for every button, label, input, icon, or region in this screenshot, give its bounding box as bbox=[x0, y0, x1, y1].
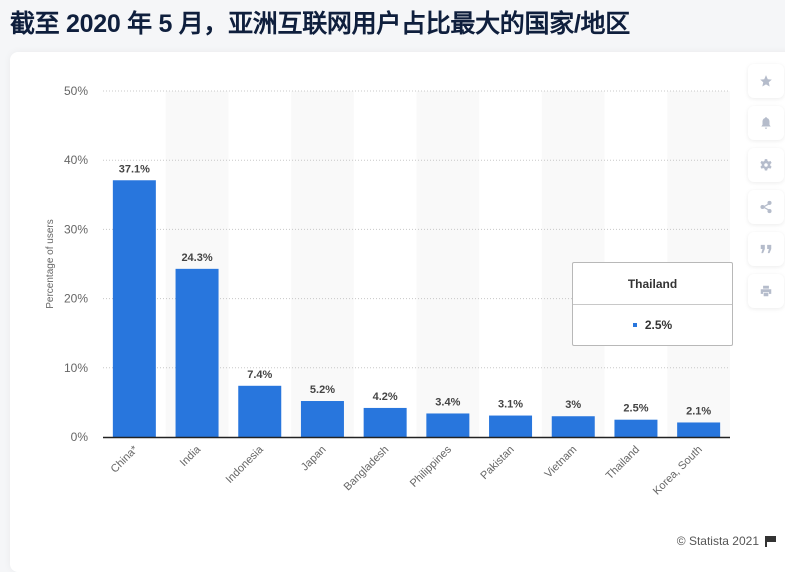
x-tick-label: Bangladesh bbox=[342, 444, 392, 494]
bar-japan bbox=[300, 401, 344, 437]
print-button[interactable] bbox=[748, 274, 784, 308]
x-tick-label: Thailand bbox=[604, 444, 642, 482]
series-marker-icon bbox=[632, 323, 637, 327]
tooltip-body: 2.5% bbox=[573, 305, 732, 345]
bell-icon bbox=[761, 117, 771, 129]
x-tick-label: China* bbox=[109, 443, 141, 475]
gear-icon bbox=[760, 159, 772, 171]
data-label: 24.3% bbox=[181, 252, 212, 264]
bar-thailand bbox=[614, 419, 658, 437]
bar-pakistan bbox=[489, 415, 533, 437]
chart-tooltip: Thailand 2.5% bbox=[572, 262, 733, 346]
y-tick-label: 30% bbox=[64, 222, 88, 236]
data-label: 2.5% bbox=[623, 403, 648, 415]
statista-credit[interactable]: © Statista 2021 bbox=[677, 534, 777, 548]
x-tick-label: India bbox=[178, 443, 204, 469]
tooltip-title: Thailand bbox=[573, 263, 732, 305]
data-label: 7.4% bbox=[247, 369, 272, 381]
flag-icon[interactable] bbox=[765, 535, 777, 547]
x-tick-label: Indonesia bbox=[224, 443, 267, 486]
x-tick-label: Philippines bbox=[408, 443, 454, 489]
bar-korea-south bbox=[677, 422, 721, 437]
bar-china bbox=[112, 180, 156, 437]
credit-text[interactable]: © Statista 2021 bbox=[677, 534, 759, 548]
y-tick-label: 40% bbox=[64, 153, 88, 167]
share-icon bbox=[760, 200, 772, 214]
bar-indonesia bbox=[238, 385, 282, 437]
x-tick-label: Japan bbox=[299, 444, 329, 474]
y-tick-label: 20% bbox=[64, 292, 88, 306]
data-label: 3.4% bbox=[435, 396, 460, 408]
notification-button[interactable] bbox=[748, 106, 784, 140]
tooltip-value: 2.5% bbox=[644, 318, 673, 332]
favorite-button[interactable] bbox=[748, 64, 784, 98]
print-icon bbox=[760, 285, 772, 297]
bar-philippines bbox=[426, 413, 470, 437]
bar-bangladesh bbox=[363, 407, 407, 437]
settings-button[interactable] bbox=[748, 148, 784, 182]
quote-icon bbox=[760, 244, 772, 254]
y-axis-label: Percentage of users bbox=[45, 219, 56, 309]
data-label: 3.1% bbox=[498, 399, 523, 411]
data-label: 2.1% bbox=[686, 405, 711, 417]
x-tick-label: Pakistan bbox=[478, 444, 516, 482]
y-tick-label: 0% bbox=[71, 430, 89, 444]
data-label: 3% bbox=[565, 399, 581, 411]
x-tick-label: Korea, South bbox=[651, 444, 705, 498]
data-label: 4.2% bbox=[373, 391, 398, 403]
star-icon bbox=[760, 75, 772, 87]
column-stripe bbox=[416, 91, 480, 437]
cite-button[interactable] bbox=[748, 232, 784, 266]
y-tick-label: 50% bbox=[64, 84, 88, 98]
y-tick-label: 10% bbox=[64, 361, 88, 375]
bar-india bbox=[175, 268, 219, 437]
bar-vietnam bbox=[551, 416, 595, 437]
data-label: 5.2% bbox=[310, 384, 335, 396]
data-label: 37.1% bbox=[119, 163, 150, 175]
share-button[interactable] bbox=[748, 190, 784, 224]
x-tick-label: Vietnam bbox=[542, 444, 579, 481]
